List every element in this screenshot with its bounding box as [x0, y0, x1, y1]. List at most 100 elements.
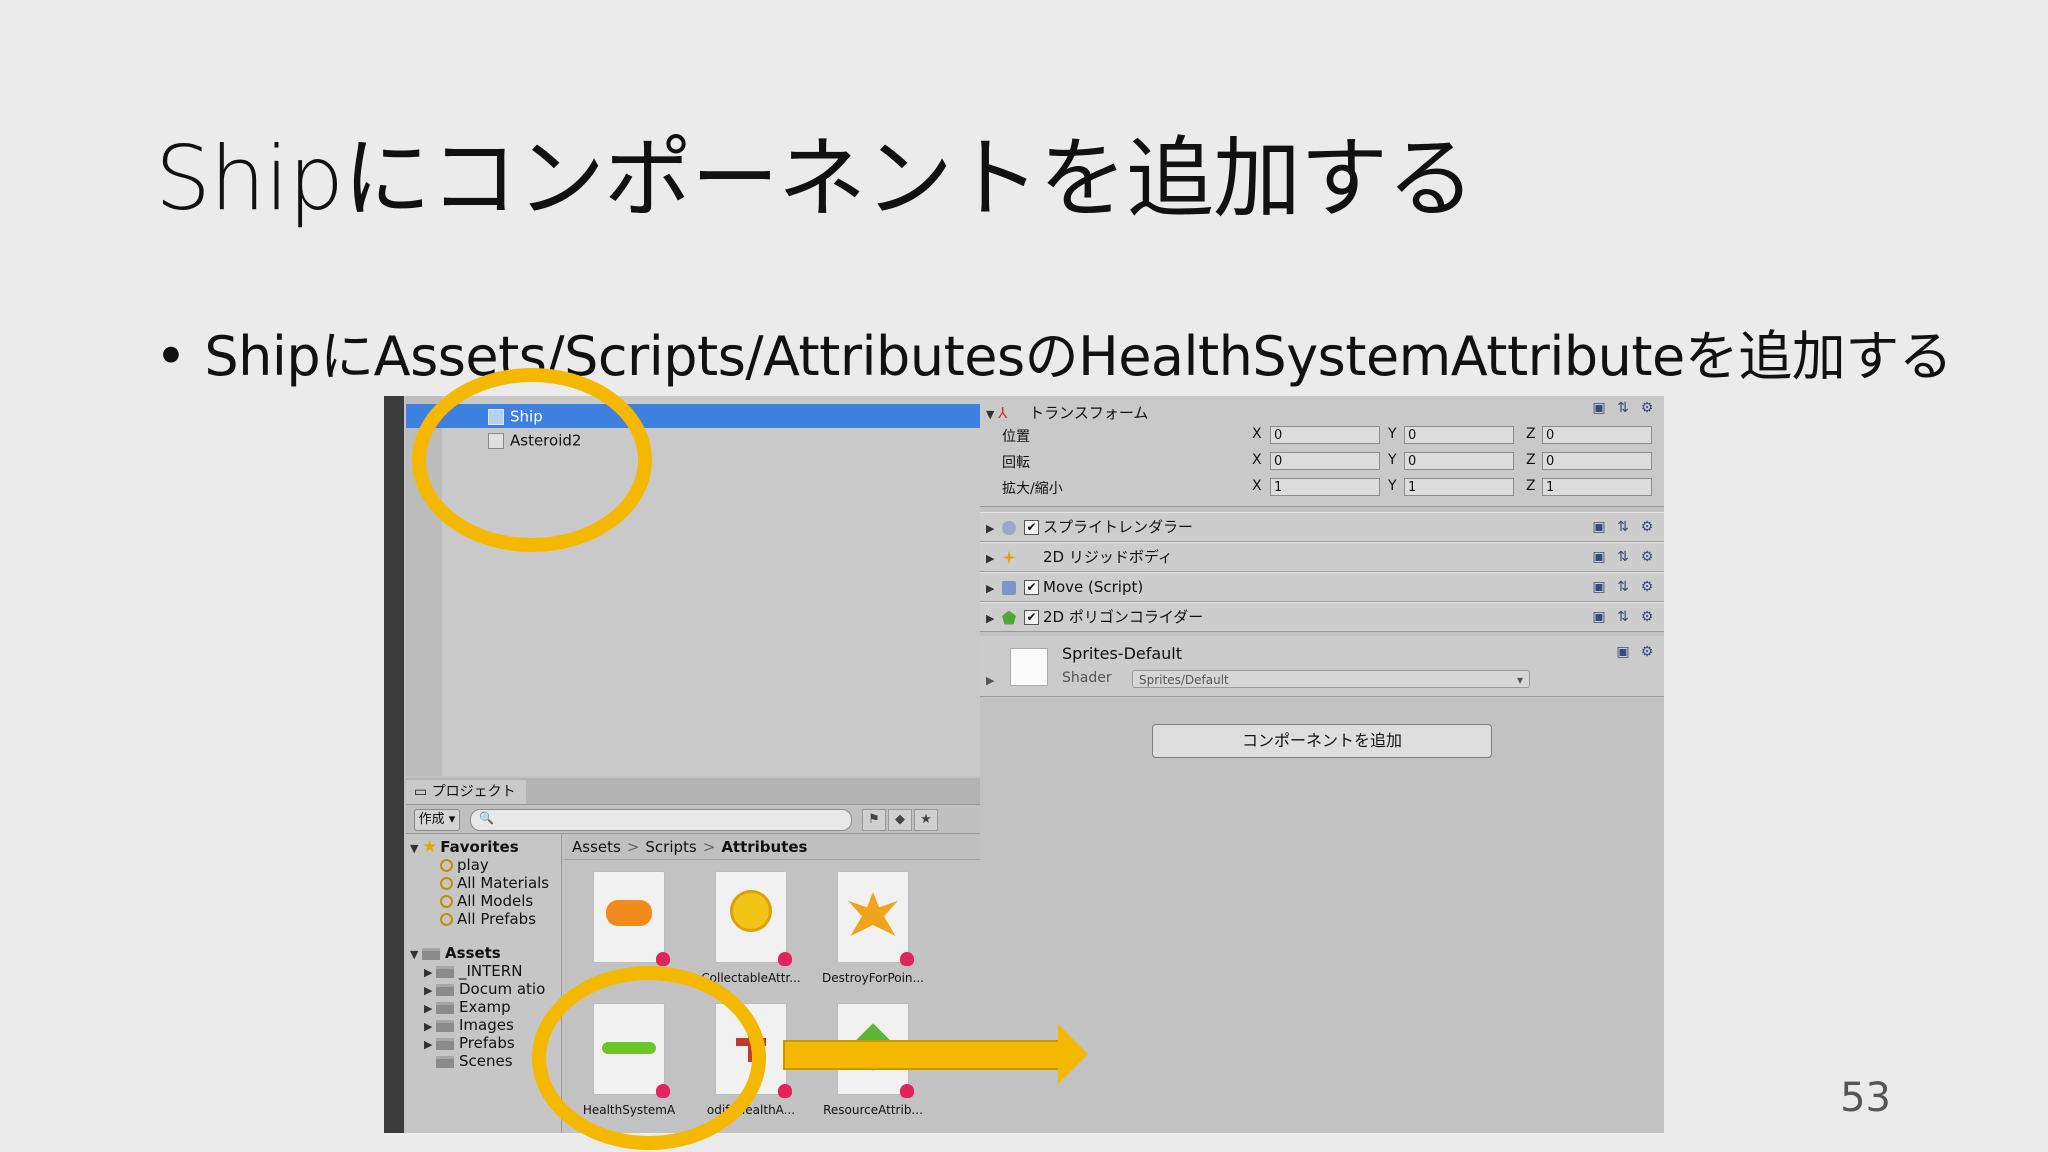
folder-icon	[436, 1055, 454, 1068]
rotation-z-field[interactable]: 0	[1542, 452, 1652, 470]
help-book-icon: ▣	[1592, 549, 1606, 565]
shader-value: Sprites/Default	[1139, 673, 1229, 687]
position-y-field[interactable]: 0	[1404, 426, 1514, 444]
component-title: Move (Script)	[1043, 578, 1144, 596]
filter-type-icon[interactable]: ⚑	[862, 809, 886, 831]
folder-icon	[436, 1037, 454, 1050]
material-preview	[1010, 648, 1048, 686]
enabled-checkbox[interactable]: ✔	[1024, 520, 1039, 535]
material-name: Sprites-Default	[1062, 644, 1183, 663]
script-icon	[1002, 580, 1016, 595]
asset-script-item[interactable]: CollectableAttr...	[696, 871, 806, 985]
breadcrumb-item-current[interactable]: Attributes	[721, 838, 807, 856]
axis-z-label: Z	[1526, 452, 1536, 468]
expand-right-icon[interactable]: ▶	[986, 674, 994, 687]
component-title: トランスフォーム	[1029, 404, 1149, 422]
position-label: 位置	[1002, 429, 1030, 445]
component-header-icons[interactable]: ▣ ⇅ ⚙	[1584, 400, 1656, 416]
gear-icon: ⚙	[1640, 549, 1654, 565]
filter-label-icon[interactable]: ◆	[888, 809, 912, 831]
component-header-icons[interactable]: ▣ ⇅ ⚙	[1584, 573, 1656, 601]
preset-icon: ⇅	[1617, 519, 1629, 535]
transform-component: ▼ ⅄ トランスフォーム ▣ ⇅ ⚙ 位置 X 0 Y 0 Z 0 回転 X 0 Y 0…	[980, 396, 1664, 507]
window-edge	[384, 396, 404, 1133]
create-button-label: 作成	[418, 812, 445, 827]
scale-x-field[interactable]: 1	[1270, 478, 1380, 496]
component-rigidbody-2d[interactable]: ▶ 2D リジッドボディ ▣ ⇅ ⚙	[980, 542, 1664, 572]
tab-project[interactable]: ▭ プロジェクト	[406, 780, 526, 804]
drag-arrow-body	[783, 1040, 1063, 1070]
gear-icon: ⚙	[1640, 400, 1654, 416]
search-icon: 🔍	[479, 811, 494, 825]
chevron-right-icon: >	[626, 838, 640, 856]
component-title: スプライトレンダラー	[1043, 518, 1194, 536]
tree-folder[interactable]: Scenes	[424, 1050, 513, 1072]
component-sprite-renderer[interactable]: ▶ ✔ スプライトレンダラー ▣ ⇅ ⚙	[980, 512, 1664, 542]
axis-x-label: X	[1252, 452, 1262, 468]
asset-script-item[interactable]	[574, 871, 684, 971]
material-section: ▶ Sprites-Default Shader Sprites/Default…	[980, 636, 1664, 697]
slide-title: Shipにコンポーネントを追加する	[155, 127, 1475, 230]
scale-label: 拡大/縮小	[1002, 481, 1063, 497]
position-z-field[interactable]: 0	[1542, 426, 1652, 444]
gear-icon: ⚙	[1640, 579, 1654, 595]
transform-axes-icon: ⅄	[998, 404, 1008, 422]
drag-arrow-head-icon	[1058, 1024, 1088, 1084]
gear-icon: ⚙	[1640, 609, 1654, 625]
tree-favorite-item[interactable]: All Prefabs	[440, 908, 536, 930]
favorite-star-icon[interactable]: ★	[914, 809, 938, 831]
enabled-checkbox[interactable]: ✔	[1024, 580, 1039, 595]
search-filter-icon	[440, 859, 453, 872]
star-icon: ★	[422, 837, 438, 857]
component-polygon-collider-2d[interactable]: ▶ ✔ 2D ポリゴンコライダー ▣ ⇅ ⚙	[980, 602, 1664, 632]
rotation-x-field[interactable]: 0	[1270, 452, 1380, 470]
asset-label: DestroyForPoin...	[822, 971, 924, 985]
collider-icon	[1002, 610, 1016, 625]
rotation-label: 回転	[1002, 455, 1030, 471]
help-book-icon: ▣	[1592, 400, 1606, 416]
expand-right-icon: ▶	[986, 612, 995, 625]
component-title: 2D リジッドボディ	[1043, 548, 1173, 566]
expand-right-icon: ▶	[986, 522, 995, 535]
gear-icon: ⚙	[1640, 519, 1654, 535]
script-badge-icon	[900, 952, 914, 966]
breadcrumb-item[interactable]: Assets	[572, 838, 621, 856]
folder-icon	[422, 947, 440, 960]
transform-header[interactable]: ▼ ⅄ トランスフォーム	[986, 402, 1148, 423]
script-file-icon	[593, 871, 670, 966]
search-filter-icon	[440, 913, 453, 926]
axis-y-label: Y	[1388, 478, 1397, 494]
axis-z-label: Z	[1526, 478, 1536, 494]
material-header-icons[interactable]: ▣ ⚙	[1608, 644, 1656, 660]
script-file-icon	[715, 871, 792, 966]
component-header-icons[interactable]: ▣ ⇅ ⚙	[1584, 513, 1656, 541]
search-filter-icon	[440, 877, 453, 890]
position-x-field[interactable]: 0	[1270, 426, 1380, 444]
scale-y-field[interactable]: 1	[1404, 478, 1514, 496]
breadcrumb-item[interactable]: Scripts	[645, 838, 696, 856]
preset-icon: ⇅	[1617, 579, 1629, 595]
gear-icon: ⚙	[1640, 644, 1654, 660]
expand-down-icon: ▼	[410, 948, 419, 961]
axis-x-label: X	[1252, 426, 1262, 442]
script-file-icon	[837, 871, 914, 966]
search-input[interactable]: 🔍	[470, 809, 852, 831]
add-component-button[interactable]: コンポーネントを追加	[1152, 724, 1492, 758]
component-header-icons[interactable]: ▣ ⇅ ⚙	[1584, 543, 1656, 571]
chevron-right-icon: >	[702, 838, 716, 856]
coin-icon	[730, 890, 772, 932]
scale-z-field[interactable]: 1	[1542, 478, 1652, 496]
expand-down-icon: ▼	[986, 408, 995, 421]
help-book-icon: ▣	[1592, 519, 1606, 535]
asset-script-item[interactable]: DestroyForPoin...	[818, 871, 928, 985]
create-button[interactable]: 作成 ▾	[414, 809, 460, 831]
search-filter-icon	[440, 895, 453, 908]
script-badge-icon	[900, 1084, 914, 1098]
component-move-script[interactable]: ▶ ✔ Move (Script) ▣ ⇅ ⚙	[980, 572, 1664, 602]
rotation-y-field[interactable]: 0	[1404, 452, 1514, 470]
script-badge-icon	[778, 1084, 792, 1098]
highlight-circle-health-script	[532, 966, 766, 1150]
enabled-checkbox[interactable]: ✔	[1024, 610, 1039, 625]
component-header-icons[interactable]: ▣ ⇅ ⚙	[1584, 603, 1656, 631]
shader-dropdown[interactable]: Sprites/Default ▾	[1132, 670, 1530, 688]
